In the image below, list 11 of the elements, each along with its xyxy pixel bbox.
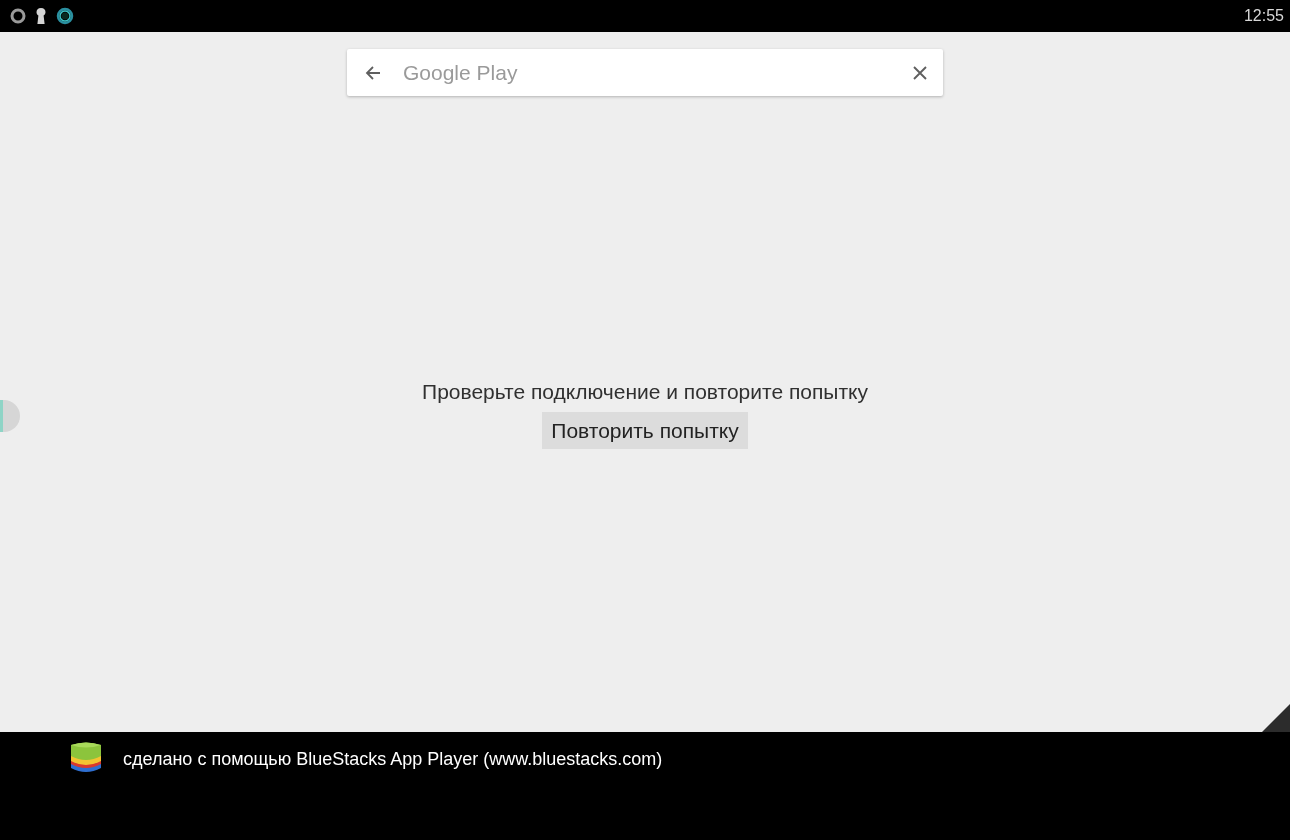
- resize-corner-icon[interactable]: [1262, 704, 1290, 732]
- clock-text: 12:55: [1243, 8, 1284, 24]
- error-message: Проверьте подключение и повторите попытку: [422, 379, 868, 405]
- ring-icon: [10, 8, 26, 24]
- keyhole-icon: [36, 8, 46, 24]
- footer-text: сделано с помощью BlueStacks App Player (www.bluestacks.com): [123, 748, 663, 770]
- ring-icon: [56, 7, 74, 25]
- close-icon[interactable]: [913, 65, 927, 80]
- retry-button[interactable]: Повторить попытку: [542, 412, 748, 449]
- back-arrow-icon[interactable]: [365, 64, 381, 81]
- side-handle[interactable]: [0, 400, 20, 432]
